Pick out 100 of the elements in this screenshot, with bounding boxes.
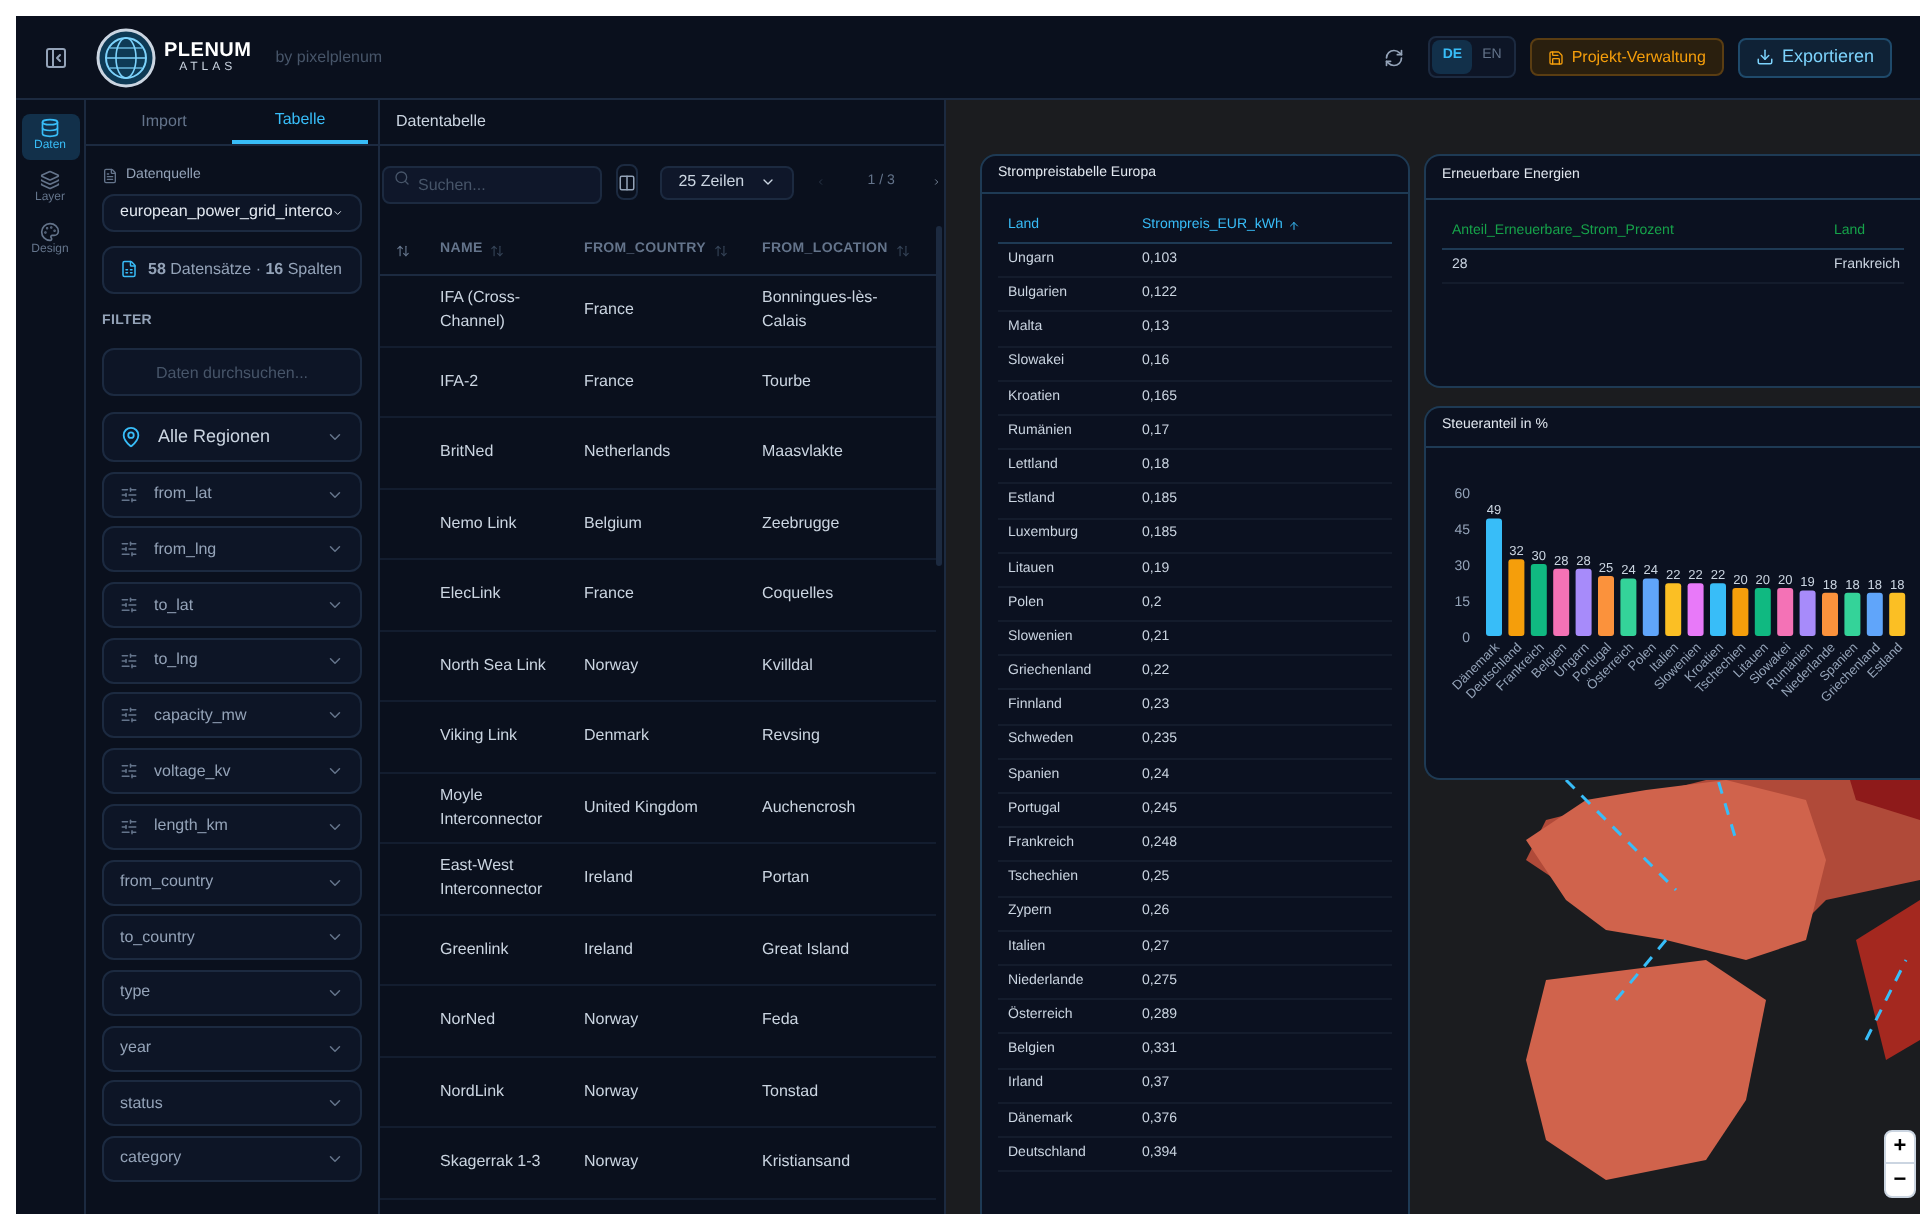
chevron-down-icon — [326, 428, 344, 446]
logo-title: PLENUM — [164, 41, 252, 61]
table-cell-text: Netherlands — [584, 440, 673, 465]
filter-dropdown[interactable]: type — [102, 969, 362, 1016]
sort-icon[interactable] — [396, 243, 410, 257]
bar — [1553, 568, 1570, 636]
zoom-out-button[interactable]: − — [1886, 1164, 1914, 1196]
table-cell-text: East-West Interconnector — [440, 854, 545, 903]
sliders-icon — [120, 762, 138, 781]
download-icon — [1755, 48, 1774, 66]
filter-dropdown[interactable]: to_country — [102, 914, 362, 961]
search-icon — [394, 169, 410, 185]
sliders-icon — [120, 651, 138, 670]
sidebar-tab[interactable]: Tabelle — [232, 100, 368, 144]
table-cell-text: Greenlink — [440, 937, 511, 962]
sort-icon[interactable] — [490, 243, 505, 257]
sort-ascending-icon[interactable] — [1288, 220, 1301, 232]
table-cell-text: Portan — [762, 866, 812, 891]
refresh-icon[interactable] — [1384, 47, 1405, 67]
bar — [1687, 583, 1704, 636]
table-cell-text: Ireland — [584, 866, 635, 891]
table-cell-text: Moyle Interconnector — [440, 783, 545, 832]
bar — [1530, 564, 1547, 636]
bar — [1822, 592, 1838, 636]
table-cell-text: Great Island — [762, 937, 852, 962]
table-cell-text: Auchencrosh — [762, 795, 858, 820]
table-cell-text: Zeebrugge — [762, 511, 842, 536]
rail-icon — [40, 222, 60, 242]
filter-dropdown[interactable]: category — [102, 1135, 362, 1182]
globe-logo-icon — [96, 27, 156, 87]
bar — [1486, 518, 1502, 636]
sort-icon[interactable] — [713, 243, 728, 257]
table-cell-text: Coquelles — [762, 582, 836, 607]
table-cell-text: Tonstad — [762, 1079, 821, 1104]
table-cell-text: Ireland — [584, 937, 635, 962]
sliders-icon — [120, 817, 138, 836]
sidebar-toggle-icon[interactable] — [44, 45, 68, 69]
file-icon — [102, 168, 118, 185]
bar — [1665, 583, 1682, 636]
table-cell-text: IFA (Cross-Channel) — [440, 286, 523, 335]
bar — [1844, 592, 1861, 636]
table-cell-text: Nemo Link — [440, 511, 519, 536]
table-cell-text: Norway — [584, 653, 641, 678]
filter-dropdown[interactable]: to_lat — [102, 582, 362, 629]
table-cell-text: Maasvlakte — [762, 440, 845, 465]
bar — [1732, 588, 1749, 636]
table-cell-text: NorNed — [440, 1008, 498, 1033]
table-cell-text: IFA-2 — [440, 369, 481, 394]
sliders-icon — [120, 540, 138, 559]
rail-icon — [40, 170, 60, 190]
table-cell-text: Norway — [584, 1079, 641, 1104]
filter-dropdown[interactable]: from_country — [102, 859, 362, 905]
sliders-icon — [120, 485, 138, 504]
filter-dropdown[interactable]: length_km — [102, 803, 362, 850]
filter-dropdown[interactable]: status — [102, 1080, 362, 1127]
sidebar-tab[interactable]: Import — [96, 100, 232, 144]
filter-dropdown[interactable]: Alle Regionen — [102, 412, 362, 462]
filter-dropdown[interactable]: from_lat — [102, 471, 362, 518]
filter-dropdown[interactable]: voltage_kv — [102, 748, 362, 795]
table-cell-text: Revsing — [762, 724, 822, 749]
table-cell-text: ElecLink — [440, 582, 503, 607]
filter-dropdown[interactable]: capacity_mw — [102, 692, 362, 739]
bar — [1710, 583, 1726, 636]
zoom-in-button[interactable]: + — [1886, 1132, 1914, 1164]
table-cell-text: BritNed — [440, 440, 496, 465]
scrollbar[interactable] — [936, 226, 942, 566]
next-page-icon[interactable] — [932, 174, 942, 190]
filter-dropdown[interactable]: year — [102, 1025, 362, 1072]
table-cell-text: Skagerrak 1-3 — [440, 1150, 543, 1175]
bar — [1754, 588, 1771, 636]
chevron-down-icon — [760, 174, 777, 190]
data-source-select[interactable]: european_power_grid_interco — [102, 193, 362, 231]
table-cell-text: Viking Link — [440, 724, 520, 749]
table-cell-text: North Sea Link — [440, 653, 548, 678]
export-button[interactable]: Exportieren — [1737, 37, 1892, 77]
table-cell-text: France — [584, 369, 636, 394]
bar — [1575, 568, 1592, 636]
sort-icon[interactable] — [895, 243, 910, 257]
filter-dropdown[interactable]: to_lng — [102, 637, 362, 684]
records-count: 58 Datensätze · 16 Spalten — [148, 257, 342, 281]
project-management-button[interactable]: Projekt-Verwaltung — [1529, 38, 1724, 76]
table-search-field[interactable]: Suchen... — [382, 166, 602, 204]
columns-button[interactable] — [616, 164, 639, 200]
bar — [1598, 576, 1614, 636]
data-search-field[interactable]: Daten durchsuchen... — [102, 348, 362, 396]
rows-per-page-select[interactable]: 25 Zeilen — [660, 165, 795, 199]
save-icon — [1547, 49, 1564, 65]
bar — [1889, 592, 1906, 636]
bar — [1620, 578, 1637, 636]
table-cell-text: Tourbe — [762, 369, 813, 394]
filter-dropdown[interactable]: from_lng — [102, 526, 362, 573]
table-cell-text: Belgium — [584, 511, 644, 536]
bar — [1866, 592, 1883, 636]
table-cell-text: Norway — [584, 1008, 641, 1033]
byline: by pixelplenum — [275, 45, 383, 69]
panel-title: Datentabelle — [396, 110, 486, 134]
spreadsheet-icon — [120, 260, 138, 278]
table-cell-text: Kvilldal — [762, 653, 815, 678]
bar — [1508, 559, 1525, 636]
table-cell-text: Norway — [584, 1150, 641, 1175]
